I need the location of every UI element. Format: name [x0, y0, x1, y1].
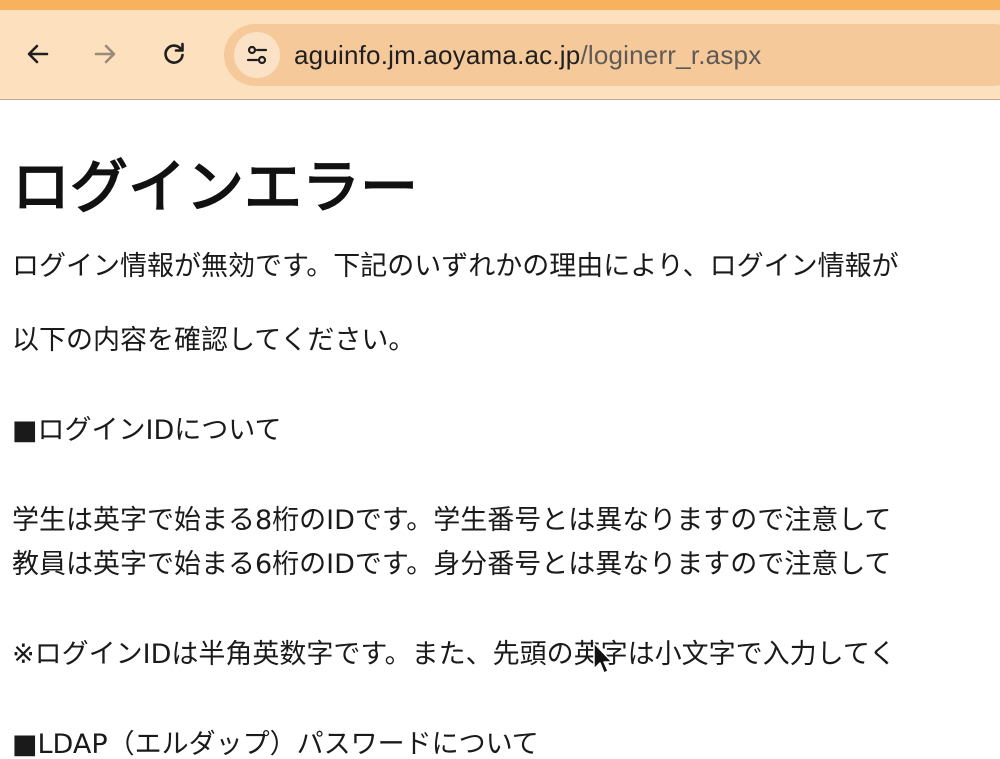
login-id-format-note: ※ログインIDは半角英数字です。また、先頭の英字は小文字で入力してく: [12, 639, 897, 670]
forward-button[interactable]: [84, 33, 126, 75]
student-id-note: 学生は英字で始まる8桁のIDです。学生番号とは異なりますので注意して: [12, 505, 892, 536]
section-heading-login-id: ■ログインIDについて: [12, 415, 282, 446]
site-info-button[interactable]: [234, 32, 280, 78]
faculty-id-note: 教員は英字で始まる6桁のIDです。身分番号とは異なりますので注意して: [12, 549, 892, 580]
back-button[interactable]: [17, 33, 59, 75]
browser-toolbar: aguinfo.jm.aoyama.ac.jp/loginerr_r.aspx: [0, 0, 1000, 100]
tune-icon: [246, 45, 268, 65]
arrow-left-icon: [27, 44, 49, 64]
page-title: ログインエラー: [12, 153, 419, 221]
url-host: aguinfo.jm.aoyama.ac.jp: [294, 40, 581, 70]
page-content: ログインエラー ログイン情報が無効です。下記のいずれかの理由により、ログイン情報…: [12, 100, 1000, 759]
window-top-strip: [0, 0, 1000, 10]
url-text[interactable]: aguinfo.jm.aoyama.ac.jp/loginerr_r.aspx: [294, 40, 761, 70]
url-path: /loginerr_r.aspx: [580, 40, 762, 70]
intro-line-1: ログイン情報が無効です。下記のいずれかの理由により、ログイン情報が: [12, 251, 899, 282]
mouse-pointer-icon: [593, 642, 613, 674]
reload-icon: [164, 42, 184, 64]
address-bar[interactable]: aguinfo.jm.aoyama.ac.jp/loginerr_r.aspx: [224, 24, 1000, 86]
reload-button[interactable]: [153, 33, 195, 75]
section-heading-ldap-password: ■LDAP（エルダップ）パスワードについて: [12, 729, 539, 759]
intro-line-2: 以下の内容を確認してください。: [12, 325, 416, 356]
arrow-right-icon: [94, 44, 116, 64]
